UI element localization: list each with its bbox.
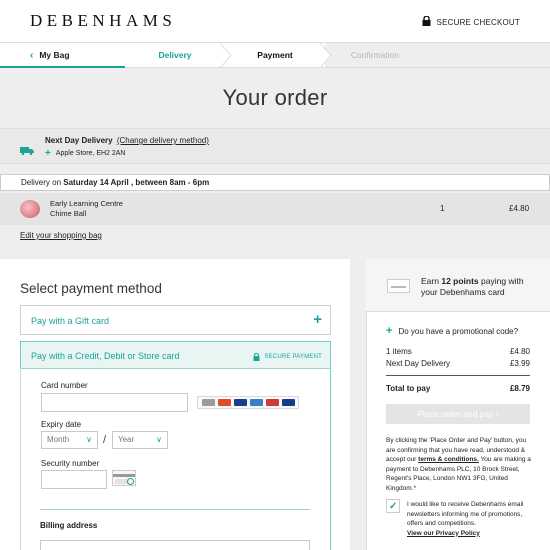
gift-card-label: Pay with a Gift card bbox=[31, 316, 110, 326]
items-value: £4.80 bbox=[509, 347, 530, 356]
product-title: Chime Ball bbox=[50, 209, 87, 218]
delivery-date-prefix: Delivery on bbox=[21, 178, 62, 187]
delivery-value: £3.99 bbox=[509, 359, 530, 368]
checkmark-icon: ✓ bbox=[389, 501, 398, 512]
card-number-label: Card number bbox=[41, 381, 88, 390]
top-bar: DEBENHAMS SECURE CHECKOUT bbox=[0, 0, 550, 42]
chevron-down-icon: ∨ bbox=[156, 435, 162, 444]
card-number-input[interactable] bbox=[41, 393, 188, 412]
product-brand: Early Learning Centre bbox=[50, 199, 123, 208]
summary-items-row: 1 items £4.80 bbox=[386, 347, 530, 356]
total-value: £8.79 bbox=[509, 384, 530, 393]
terms-link[interactable]: terms & conditions. bbox=[418, 456, 479, 463]
plus-icon: + bbox=[45, 148, 51, 159]
accepted-cards bbox=[197, 396, 299, 409]
points-value: 12 points bbox=[441, 276, 479, 286]
section-divider bbox=[40, 509, 310, 510]
step-my-bag-label: My Bag bbox=[39, 50, 70, 60]
delivery-date-bar: Delivery on Saturday 14 April , between … bbox=[0, 174, 550, 191]
secure-checkout-label: SECURE CHECKOUT bbox=[436, 17, 520, 27]
promo-code-toggle[interactable]: + Do you have a promotional code? bbox=[386, 325, 518, 337]
expiry-year-select[interactable]: Year ∨ bbox=[112, 431, 168, 449]
step-payment-label: Payment bbox=[257, 50, 293, 60]
amex-icon bbox=[249, 399, 263, 406]
secure-checkout: SECURE CHECKOUT bbox=[422, 15, 520, 28]
delivery-method-title: Next Day Delivery (Change delivery metho… bbox=[45, 136, 209, 145]
place-order-button[interactable]: Place order and pay › bbox=[386, 404, 530, 424]
card-payment-label: Pay with a Credit, Debit or Store card bbox=[31, 351, 180, 361]
security-number-input[interactable] bbox=[41, 470, 107, 489]
product-price: £4.80 bbox=[509, 204, 530, 213]
card-logo-icon bbox=[201, 399, 215, 406]
security-number-label: Security number bbox=[41, 459, 100, 468]
step-confirmation: Confirmation bbox=[325, 43, 425, 67]
summary-total-row: Total to pay £8.79 bbox=[386, 384, 530, 393]
chevron-down-icon: ∨ bbox=[86, 435, 92, 444]
delivery-method-card: Next Day Delivery (Change delivery metho… bbox=[0, 128, 550, 164]
payment-method-title: Select payment method bbox=[20, 281, 162, 296]
change-delivery-link[interactable]: (Change delivery method) bbox=[117, 136, 209, 145]
delivery-store-name: Apple Store, EH2 2AN bbox=[55, 150, 126, 157]
summary-delivery-row: Next Day Delivery £3.99 bbox=[386, 359, 530, 368]
summary-divider bbox=[386, 375, 530, 376]
step-confirmation-label: Confirmation bbox=[350, 50, 400, 60]
legal-text: By clicking the 'Place Order and Pay' bu… bbox=[386, 436, 536, 493]
steps-filler bbox=[425, 43, 550, 67]
step-delivery[interactable]: Delivery bbox=[125, 43, 225, 67]
newsletter-consent: I would like to receive Debenhams email … bbox=[407, 500, 537, 538]
product-quantity: 1 bbox=[440, 204, 445, 213]
delivery-method-name: Next Day Delivery bbox=[45, 136, 113, 145]
step-separator bbox=[320, 43, 332, 68]
plus-icon: + bbox=[386, 325, 393, 337]
secure-payment-badge: SECURE PAYMENT bbox=[253, 353, 322, 361]
delivery-date-value: Saturday 14 April , between 8am - 6pm bbox=[63, 178, 210, 187]
expand-plus-icon[interactable]: + bbox=[313, 311, 322, 328]
delivery-van-icon bbox=[20, 142, 34, 160]
step-payment: Payment bbox=[225, 43, 325, 67]
lock-icon bbox=[422, 15, 431, 28]
visa-icon bbox=[233, 399, 247, 406]
items-label: 1 items bbox=[386, 347, 412, 356]
card-payment-header[interactable]: Pay with a Credit, Debit or Store card S… bbox=[21, 342, 330, 369]
product-name: Early Learning Centre Chime Ball bbox=[50, 199, 123, 219]
mastercard-icon bbox=[217, 399, 231, 406]
newsletter-checkbox[interactable]: ✓ bbox=[386, 499, 400, 513]
checkout-steps: ‹ My Bag Delivery Payment Confirmation bbox=[0, 42, 550, 68]
product-thumbnail bbox=[20, 200, 40, 218]
billing-address-heading: Billing address bbox=[40, 521, 98, 530]
diners-icon bbox=[281, 399, 295, 406]
gift-card-option[interactable]: Pay with a Gift card + bbox=[20, 305, 331, 335]
expiry-month-select[interactable]: Month ∨ bbox=[41, 431, 98, 449]
lock-icon bbox=[253, 353, 260, 361]
brand-logo[interactable]: DEBENHAMS bbox=[30, 11, 176, 31]
points-prefix: Earn bbox=[421, 276, 439, 286]
delivery-store: + Apple Store, EH2 2AN bbox=[45, 148, 126, 159]
promo-code-label: Do you have a promotional code? bbox=[398, 326, 519, 336]
chevron-right-icon: › bbox=[495, 409, 499, 419]
chevron-left-icon: ‹ bbox=[30, 49, 34, 61]
secure-payment-label: SECURE PAYMENT bbox=[264, 354, 322, 360]
page-title: Your order bbox=[222, 85, 328, 110]
expiry-separator: / bbox=[103, 434, 107, 446]
step-delivery-label: Delivery bbox=[158, 50, 192, 60]
step-separator bbox=[220, 43, 232, 68]
cvv-hint-icon bbox=[112, 470, 136, 486]
billing-address-input[interactable] bbox=[40, 540, 310, 550]
maestro-icon bbox=[265, 399, 279, 406]
edit-bag-link[interactable]: Edit your shopping bag bbox=[20, 231, 102, 240]
expiry-year-value: Year bbox=[118, 435, 135, 444]
expiry-label: Expiry date bbox=[41, 420, 82, 429]
privacy-policy-link[interactable]: View our Privacy Policy bbox=[407, 529, 537, 539]
order-item-row: Early Learning Centre Chime Ball 1 £4.80 bbox=[0, 193, 550, 225]
points-text: Earn 12 points paying with your Debenham… bbox=[421, 276, 541, 298]
step-my-bag[interactable]: ‹ My Bag bbox=[0, 43, 125, 68]
delivery-label: Next Day Delivery bbox=[386, 359, 451, 368]
consent-text: I would like to receive Debenhams email … bbox=[407, 501, 524, 527]
store-card-icon bbox=[387, 279, 410, 293]
place-order-label: Place order and pay bbox=[417, 409, 494, 419]
total-label: Total to pay bbox=[386, 384, 431, 393]
expiry-month-value: Month bbox=[47, 435, 70, 444]
